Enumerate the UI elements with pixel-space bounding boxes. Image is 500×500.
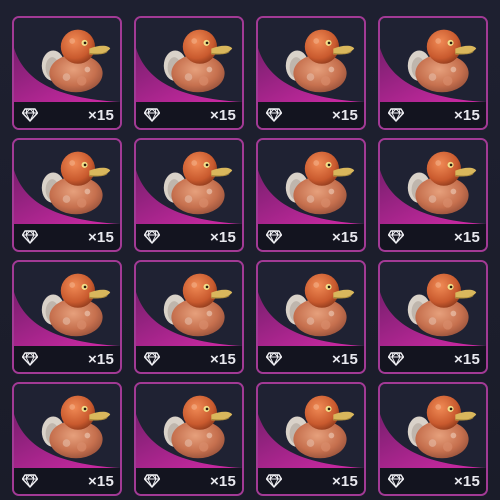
diamond-icon bbox=[266, 108, 282, 122]
inventory-item-card[interactable]: ×15 bbox=[256, 138, 366, 252]
inventory-item-card[interactable]: ×15 bbox=[134, 138, 244, 252]
diamond-icon bbox=[388, 108, 404, 122]
item-quantity: ×15 bbox=[209, 350, 236, 368]
item-info-bar: ×15 bbox=[258, 224, 364, 250]
item-art bbox=[136, 140, 242, 224]
item-art bbox=[380, 140, 486, 224]
rubber-duck-icon bbox=[407, 273, 477, 337]
item-art bbox=[136, 262, 242, 346]
item-quantity: ×15 bbox=[87, 228, 114, 246]
item-quantity: ×15 bbox=[331, 106, 358, 124]
item-art bbox=[14, 140, 120, 224]
item-info-bar: ×15 bbox=[14, 468, 120, 494]
item-quantity: ×15 bbox=[87, 106, 114, 124]
rubber-duck-icon bbox=[407, 395, 477, 459]
item-art bbox=[136, 384, 242, 468]
item-info-bar: ×15 bbox=[136, 346, 242, 372]
diamond-icon bbox=[388, 474, 404, 488]
inventory-item-card[interactable]: ×15 bbox=[12, 382, 122, 496]
rubber-duck-icon bbox=[41, 395, 111, 459]
rubber-duck-icon bbox=[407, 151, 477, 215]
rubber-duck-icon bbox=[163, 29, 233, 93]
item-quantity: ×15 bbox=[331, 350, 358, 368]
diamond-icon bbox=[266, 230, 282, 244]
rubber-duck-icon bbox=[407, 29, 477, 93]
item-info-bar: ×15 bbox=[258, 102, 364, 128]
item-info-bar: ×15 bbox=[14, 224, 120, 250]
item-art bbox=[14, 18, 120, 102]
rubber-duck-icon bbox=[41, 151, 111, 215]
inventory-item-card[interactable]: ×15 bbox=[12, 138, 122, 252]
inventory-item-card[interactable]: ×15 bbox=[378, 260, 488, 374]
item-art bbox=[380, 18, 486, 102]
diamond-icon bbox=[266, 352, 282, 366]
item-art bbox=[258, 384, 364, 468]
item-info-bar: ×15 bbox=[136, 224, 242, 250]
inventory-item-card[interactable]: ×15 bbox=[256, 16, 366, 130]
item-quantity: ×15 bbox=[209, 472, 236, 490]
inventory-screen: ×15 ×15 ×15 ×15 ×15 ×15 ×15 ×15 ×15 ×15 … bbox=[0, 0, 500, 500]
item-art bbox=[380, 384, 486, 468]
inventory-grid: ×15 ×15 ×15 ×15 ×15 ×15 ×15 ×15 ×15 ×15 … bbox=[12, 16, 488, 496]
item-info-bar: ×15 bbox=[136, 468, 242, 494]
diamond-icon bbox=[22, 230, 38, 244]
rubber-duck-icon bbox=[163, 395, 233, 459]
diamond-icon bbox=[144, 230, 160, 244]
item-art bbox=[14, 384, 120, 468]
rubber-duck-icon bbox=[285, 395, 355, 459]
inventory-item-card[interactable]: ×15 bbox=[378, 382, 488, 496]
diamond-icon bbox=[144, 108, 160, 122]
inventory-item-card[interactable]: ×15 bbox=[256, 260, 366, 374]
diamond-icon bbox=[144, 474, 160, 488]
item-info-bar: ×15 bbox=[380, 346, 486, 372]
diamond-icon bbox=[22, 474, 38, 488]
rubber-duck-icon bbox=[285, 273, 355, 337]
item-info-bar: ×15 bbox=[14, 102, 120, 128]
item-quantity: ×15 bbox=[453, 350, 480, 368]
diamond-icon bbox=[144, 352, 160, 366]
item-info-bar: ×15 bbox=[380, 468, 486, 494]
inventory-item-card[interactable]: ×15 bbox=[378, 138, 488, 252]
item-info-bar: ×15 bbox=[380, 102, 486, 128]
inventory-item-card[interactable]: ×15 bbox=[134, 16, 244, 130]
item-art bbox=[258, 18, 364, 102]
item-quantity: ×15 bbox=[331, 472, 358, 490]
item-info-bar: ×15 bbox=[14, 346, 120, 372]
item-info-bar: ×15 bbox=[258, 468, 364, 494]
rubber-duck-icon bbox=[163, 151, 233, 215]
item-info-bar: ×15 bbox=[136, 102, 242, 128]
inventory-item-card[interactable]: ×15 bbox=[12, 16, 122, 130]
item-quantity: ×15 bbox=[331, 228, 358, 246]
rubber-duck-icon bbox=[285, 29, 355, 93]
inventory-item-card[interactable]: ×15 bbox=[256, 382, 366, 496]
item-art bbox=[380, 262, 486, 346]
item-quantity: ×15 bbox=[453, 106, 480, 124]
rubber-duck-icon bbox=[285, 151, 355, 215]
diamond-icon bbox=[266, 474, 282, 488]
item-info-bar: ×15 bbox=[258, 346, 364, 372]
item-quantity: ×15 bbox=[209, 228, 236, 246]
item-quantity: ×15 bbox=[209, 106, 236, 124]
inventory-item-card[interactable]: ×15 bbox=[12, 260, 122, 374]
item-quantity: ×15 bbox=[87, 472, 114, 490]
diamond-icon bbox=[22, 352, 38, 366]
diamond-icon bbox=[388, 230, 404, 244]
rubber-duck-icon bbox=[163, 273, 233, 337]
diamond-icon bbox=[22, 108, 38, 122]
item-info-bar: ×15 bbox=[380, 224, 486, 250]
item-quantity: ×15 bbox=[453, 472, 480, 490]
item-art bbox=[14, 262, 120, 346]
item-art bbox=[258, 262, 364, 346]
inventory-item-card[interactable]: ×15 bbox=[134, 382, 244, 496]
inventory-item-card[interactable]: ×15 bbox=[378, 16, 488, 130]
diamond-icon bbox=[388, 352, 404, 366]
rubber-duck-icon bbox=[41, 273, 111, 337]
item-quantity: ×15 bbox=[453, 228, 480, 246]
rubber-duck-icon bbox=[41, 29, 111, 93]
item-art bbox=[258, 140, 364, 224]
inventory-item-card[interactable]: ×15 bbox=[134, 260, 244, 374]
item-quantity: ×15 bbox=[87, 350, 114, 368]
item-art bbox=[136, 18, 242, 102]
